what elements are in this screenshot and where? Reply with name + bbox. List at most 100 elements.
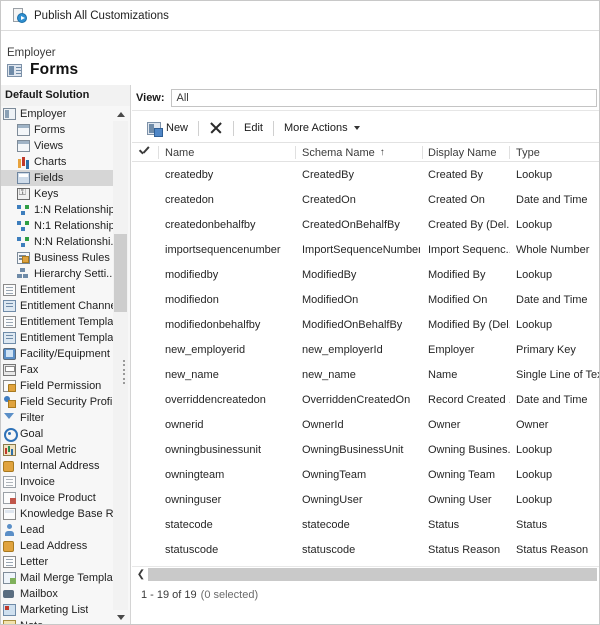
mail-merge-icon bbox=[3, 572, 16, 584]
sidebar-item-note[interactable]: Note bbox=[1, 618, 113, 625]
column-divider bbox=[295, 146, 296, 159]
component-tree[interactable]: EmployerFormsViews Charts FieldsKeys1:N Re… bbox=[1, 106, 131, 625]
cell-display-name: Owner bbox=[428, 412, 510, 437]
table-row[interactable]: new_employeridnew_employerIdEmployerPrim… bbox=[132, 337, 599, 362]
cell-schema-name: CreatedOnBehalfBy bbox=[302, 212, 420, 237]
tree-scroll-up-button[interactable] bbox=[113, 107, 129, 121]
fields-content-area: View: All New Edit More Actions bbox=[132, 85, 599, 625]
edit-button[interactable]: Edit bbox=[237, 118, 270, 138]
sidebar-item-keys[interactable]: Keys bbox=[1, 186, 113, 202]
cell-name: new_name bbox=[165, 362, 293, 387]
sidebar-item-lead[interactable]: Lead bbox=[1, 522, 113, 538]
cell-type: Lookup bbox=[516, 462, 599, 487]
sidebar-item-entitlement-channel[interactable]: Entitlement Channel bbox=[1, 298, 113, 314]
chevron-left-icon[interactable]: ❮ bbox=[134, 568, 148, 582]
table-row[interactable]: modifiedonModifiedOnModified OnDate and … bbox=[132, 287, 599, 312]
cell-schema-name: ImportSequenceNumber bbox=[302, 237, 420, 262]
cell-display-name: Modified By (Del... bbox=[428, 312, 510, 337]
sidebar-item-label: Invoice Product bbox=[20, 492, 96, 504]
more-actions-button[interactable]: More Actions bbox=[277, 118, 367, 138]
sidebar-item-entitlement-template[interactable]: Entitlement Template bbox=[1, 314, 113, 330]
panel-splitter-grip[interactable] bbox=[121, 360, 126, 384]
sidebar-item-n-1-relationships[interactable]: N:1 Relationships bbox=[1, 218, 113, 234]
table-row[interactable]: createdonCreatedOnCreated OnDate and Tim… bbox=[132, 187, 599, 212]
cell-type: Owner bbox=[516, 412, 599, 437]
sidebar-item-letter[interactable]: Letter bbox=[1, 554, 113, 570]
table-row[interactable]: owningteamOwningTeamOwning TeamLookup bbox=[132, 462, 599, 487]
new-button[interactable]: New bbox=[140, 118, 195, 138]
tree-scroll-down-button[interactable] bbox=[113, 610, 129, 624]
sidebar-item-label: Charts bbox=[34, 156, 66, 168]
column-header-display-name[interactable]: Display Name bbox=[428, 143, 506, 162]
cell-schema-name: CreatedOn bbox=[302, 187, 420, 212]
sidebar-item-filter[interactable]: Filter bbox=[1, 410, 113, 426]
sidebar-item-mail-merge-template[interactable]: Mail Merge Template bbox=[1, 570, 113, 586]
cell-name: modifiedonbehalfby bbox=[165, 312, 293, 337]
cell-type: Single Line of Text bbox=[516, 362, 599, 387]
table-row[interactable]: statuscodestatuscodeStatus ReasonStatus … bbox=[132, 537, 599, 562]
table-row[interactable]: owningbusinessunitOwningBusinessUnitOwni… bbox=[132, 437, 599, 462]
table-row[interactable]: overriddencreatedonOverriddenCreatedOnRe… bbox=[132, 387, 599, 412]
sidebar-item-1-n-relationships[interactable]: 1:N Relationships bbox=[1, 202, 113, 218]
sidebar-item-invoice-product[interactable]: Invoice Product bbox=[1, 490, 113, 506]
keys-icon bbox=[17, 188, 30, 200]
sidebar-item-invoice[interactable]: Invoice bbox=[1, 474, 113, 490]
column-header-schema-name[interactable]: Schema Name ↑ bbox=[302, 143, 418, 162]
sidebar-item-mailbox[interactable]: Mailbox bbox=[1, 586, 113, 602]
sidebar-item-entitlement[interactable]: Entitlement bbox=[1, 282, 113, 298]
toolbar-separator bbox=[273, 121, 274, 136]
sidebar-item-lead-address[interactable]: Lead Address bbox=[1, 538, 113, 554]
sidebar-item-internal-address[interactable]: Internal Address bbox=[1, 458, 113, 474]
sidebar-item-n-n-relationshi[interactable]: N:N Relationshi... bbox=[1, 234, 113, 250]
table-row[interactable]: owneridOwnerIdOwnerOwner bbox=[132, 412, 599, 437]
sidebar-item-goal[interactable]: Goal bbox=[1, 426, 113, 442]
table-row[interactable]: owninguserOwningUserOwning UserLookup bbox=[132, 487, 599, 512]
sidebar-item-fields[interactable]: Fields bbox=[1, 170, 113, 186]
new-record-icon bbox=[147, 122, 161, 135]
sidebar-item-label: Filter bbox=[20, 412, 44, 424]
publish-all-customizations-button[interactable]: Publish All Customizations bbox=[34, 10, 169, 22]
sidebar-item-facility-equipment[interactable]: Facility/Equipment bbox=[1, 346, 113, 362]
lead-icon bbox=[3, 524, 16, 536]
table-row[interactable]: createdonbehalfbyCreatedOnBehalfByCreate… bbox=[132, 212, 599, 237]
sidebar-item-business-rules[interactable]: Business Rules bbox=[1, 250, 113, 266]
sidebar-item-label: Business Rules bbox=[34, 252, 110, 264]
sidebar-item-views[interactable]: Views bbox=[1, 138, 113, 154]
cell-type: Lookup bbox=[516, 487, 599, 512]
horizontal-scrollbar-thumb[interactable] bbox=[148, 568, 597, 581]
table-row[interactable]: new_namenew_nameNameSingle Line of Text bbox=[132, 362, 599, 387]
table-row[interactable]: createdbyCreatedByCreated ByLookup bbox=[132, 162, 599, 187]
table-row[interactable]: modifiedonbehalfbyModifiedOnBehalfByModi… bbox=[132, 312, 599, 337]
grid-horizontal-scrollbar[interactable]: ❮ bbox=[132, 566, 599, 582]
sidebar-item-field-security-profile[interactable]: Field Security Profile bbox=[1, 394, 113, 410]
sidebar-item-fax[interactable]: Fax bbox=[1, 362, 113, 378]
tree-scrollbar-thumb[interactable] bbox=[114, 234, 127, 312]
cell-schema-name: CreatedBy bbox=[302, 162, 420, 187]
cell-name: owningteam bbox=[165, 462, 293, 487]
table-row[interactable]: statecodestatecodeStatusStatus bbox=[132, 512, 599, 537]
sidebar-item-forms[interactable]: Forms bbox=[1, 122, 113, 138]
sidebar-item-marketing-list[interactable]: Marketing List bbox=[1, 602, 113, 618]
column-divider bbox=[422, 146, 423, 159]
column-header-label: Type bbox=[516, 147, 540, 159]
sidebar-item-knowledge-base-re[interactable]: Knowledge Base Re... bbox=[1, 506, 113, 522]
column-header-type[interactable]: Type bbox=[516, 143, 596, 162]
sidebar-item-goal-metric[interactable]: Goal Metric bbox=[1, 442, 113, 458]
select-all-checkmark-icon[interactable] bbox=[139, 147, 150, 158]
component-tree-list: EmployerFormsViews Charts FieldsKeys1:N Re… bbox=[1, 106, 131, 625]
sidebar-item-charts[interactable]: Charts bbox=[1, 154, 113, 170]
forms-icon bbox=[17, 124, 30, 136]
views-icon bbox=[17, 140, 30, 152]
sidebar-item-entitlement-templa[interactable]: Entitlement Templa... bbox=[1, 330, 113, 346]
table-row[interactable]: modifiedbyModifiedByModified ByLookup bbox=[132, 262, 599, 287]
cell-name: overriddencreatedon bbox=[165, 387, 293, 412]
view-select[interactable]: All bbox=[171, 89, 597, 107]
fields-grid[interactable]: createdbyCreatedByCreated ByLookupcreate… bbox=[132, 162, 599, 562]
delete-button[interactable] bbox=[202, 118, 230, 138]
sidebar-item-hierarchy-setti[interactable]: Hierarchy Setti... bbox=[1, 266, 113, 282]
table-row[interactable]: importsequencenumberImportSequenceNumber… bbox=[132, 237, 599, 262]
column-header-name[interactable]: Name bbox=[165, 143, 291, 162]
toolbar-separator bbox=[198, 121, 199, 136]
sidebar-item-employer[interactable]: Employer bbox=[1, 106, 113, 122]
sidebar-item-field-permission[interactable]: Field Permission bbox=[1, 378, 113, 394]
